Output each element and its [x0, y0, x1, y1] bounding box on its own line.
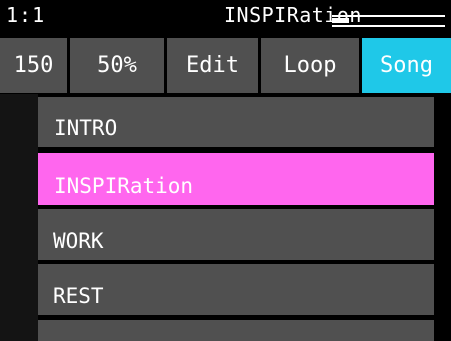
tab-bar: 150 50% Edit Loop Song: [0, 36, 451, 94]
tab-bpm[interactable]: 150: [0, 38, 67, 93]
progress-bar-top-line: [332, 15, 445, 17]
list-gutter: [0, 94, 38, 341]
tab-edit[interactable]: Edit: [167, 38, 258, 93]
header-bar: 1:1 INSPIRation: [0, 0, 451, 36]
section-list: INTRO INSPIRation WORK REST: [0, 94, 451, 341]
device-screen: 1:1 INSPIRation 150 50% Edit Loop Song I…: [0, 0, 451, 341]
section-item-rest[interactable]: REST: [38, 264, 434, 315]
tab-loop[interactable]: Loop: [261, 38, 359, 93]
section-item-label: REST: [53, 284, 104, 308]
section-item-intro[interactable]: INTRO: [38, 97, 434, 147]
section-item-label: WORK: [53, 229, 104, 253]
section-item-label: INSPIRation: [54, 174, 194, 198]
section-item-partial[interactable]: [38, 320, 434, 341]
section-item-work[interactable]: WORK: [38, 209, 434, 260]
tab-swing[interactable]: 50%: [70, 38, 164, 93]
section-item-inspiration[interactable]: INSPIRation: [38, 153, 434, 205]
progress-bar: [332, 13, 445, 28]
position-readout: 1:1: [6, 3, 46, 27]
section-item-label: INTRO: [54, 116, 118, 140]
progress-bar-bottom-line: [332, 25, 445, 27]
progress-bar-fill: [332, 18, 349, 23]
tab-song[interactable]: Song: [362, 38, 451, 93]
